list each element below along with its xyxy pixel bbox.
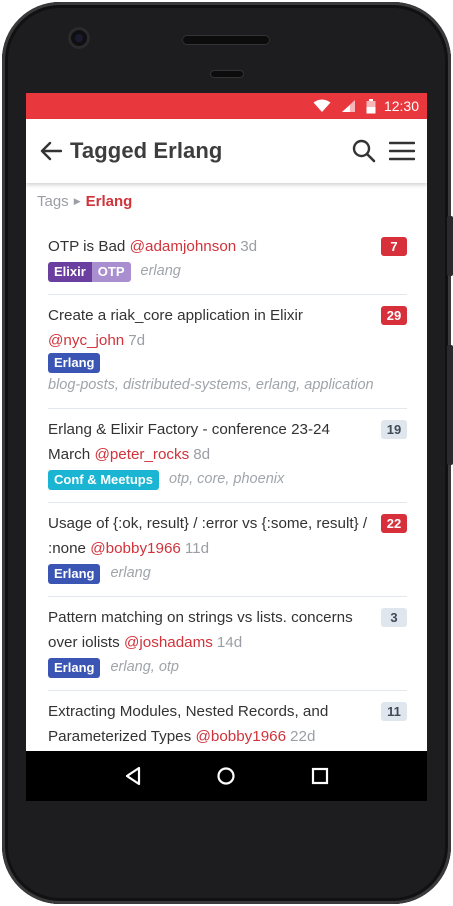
search-button[interactable] — [345, 131, 383, 171]
hamburger-menu-icon — [389, 141, 415, 161]
topic-age: 14d — [216, 634, 243, 651]
nav-recents-button[interactable] — [300, 756, 340, 796]
topic-tags: erlang — [140, 263, 181, 279]
category-badge[interactable]: Erlang — [48, 353, 101, 373]
topic-author[interactable]: @nyc_john — [48, 332, 124, 349]
reply-count-badge: 19 — [381, 420, 407, 439]
sensor-slot — [210, 70, 244, 78]
front-camera — [68, 27, 90, 49]
nav-home-button[interactable] — [206, 756, 246, 796]
category-label: Erlang — [48, 563, 101, 584]
category-badge[interactable]: Conf & Meetups — [48, 469, 159, 490]
category-label: Conf & Meetups — [48, 469, 159, 490]
status-time: 12:30 — [383, 98, 419, 114]
topic-author[interactable]: @joshadams — [124, 634, 213, 651]
category-label: OTP — [91, 261, 131, 282]
topic-age: 8d — [193, 446, 211, 463]
breadcrumb: Tags ▶ Erlang — [26, 183, 427, 219]
arrow-left-icon — [40, 141, 62, 161]
topic-author[interactable]: @bobby1966 — [90, 540, 181, 557]
volume-button — [447, 345, 453, 465]
reply-count-badge: 29 — [381, 306, 407, 325]
reply-count-badge: 3 — [381, 608, 407, 627]
category-label: Elixir — [48, 261, 92, 282]
search-icon — [352, 139, 376, 163]
topic-text: Create a riak_core application in Elixir… — [48, 303, 381, 353]
category-label: Erlang — [48, 657, 101, 678]
topic-title[interactable]: OTP is Bad — [48, 238, 125, 255]
topic-age: 7d — [128, 332, 146, 349]
breadcrumb-tags-link[interactable]: Tags — [37, 193, 69, 210]
topic-text: Usage of {:ok, result} / :error vs {:som… — [48, 511, 381, 561]
topic-list: OTP is Bad @adamjohnson 3d 7 Elixir OTP er… — [26, 219, 427, 785]
wifi-icon — [313, 99, 331, 113]
reply-count-badge: 22 — [381, 514, 407, 533]
topic-age: 22d — [290, 728, 316, 745]
topic-item[interactable]: Pattern matching on strings vs lists. co… — [48, 597, 407, 691]
reply-count-badge: 7 — [381, 237, 407, 256]
topic-author[interactable]: @adamjohnson — [130, 238, 237, 255]
topic-text: OTP is Bad @adamjohnson 3d — [48, 234, 265, 259]
category-badge[interactable]: Erlang — [48, 563, 101, 584]
status-bar: 12:30 — [26, 93, 427, 119]
topic-tags: otp, core, phoenix — [168, 471, 285, 487]
topic-title[interactable]: Create a riak_core application in Elixir — [48, 307, 303, 324]
menu-button[interactable] — [383, 131, 421, 171]
topic-text: Extracting Modules, Nested Records, and … — [48, 699, 381, 749]
page-title: Tagged Erlang — [70, 138, 223, 163]
signal-icon — [341, 99, 356, 113]
back-button[interactable] — [32, 119, 70, 183]
topic-author[interactable]: @peter_rocks — [94, 446, 189, 463]
topic-tags: erlang — [110, 565, 151, 581]
topic-title[interactable]: Extracting Modules, Nested Records, and … — [48, 703, 328, 745]
triangle-back-icon — [125, 766, 140, 786]
square-recents-icon — [312, 767, 329, 785]
category-badge[interactable]: Elixir OTP — [48, 261, 131, 282]
category-label: Erlang — [48, 353, 101, 373]
topic-text: Pattern matching on strings vs lists. co… — [48, 605, 381, 655]
topic-age: 3d — [240, 238, 258, 255]
topic-item[interactable]: Create a riak_core application in Elixir… — [48, 295, 407, 409]
screen: 12:30 Tagged Erlang Tags ▶ Erlang OTP is… — [26, 93, 427, 801]
android-nav-bar — [26, 751, 427, 801]
topic-age: 11d — [184, 540, 210, 557]
topic-tags: blog-posts, distributed-systems, erlang,… — [48, 377, 374, 393]
category-badge[interactable]: Erlang — [48, 657, 101, 678]
topic-tags: erlang, otp — [110, 659, 179, 675]
power-button — [447, 216, 453, 276]
nav-back-button[interactable] — [113, 756, 153, 796]
app-bar: Tagged Erlang — [26, 119, 427, 183]
reply-count-badge: 11 — [381, 702, 407, 721]
caret-right-icon: ▶ — [73, 195, 81, 206]
battery-icon — [366, 98, 376, 114]
topic-item[interactable]: Usage of {:ok, result} / :error vs {:som… — [48, 503, 407, 597]
topic-item[interactable]: Erlang & Elixir Factory - conference 23-… — [48, 409, 407, 503]
topic-author[interactable]: @bobby1966 — [195, 728, 286, 745]
breadcrumb-current: Erlang — [85, 192, 133, 210]
circle-home-icon — [217, 767, 236, 785]
topic-item[interactable]: OTP is Bad @adamjohnson 3d 7 Elixir OTP er… — [48, 232, 407, 295]
topic-text: Erlang & Elixir Factory - conference 23-… — [48, 417, 381, 467]
earpiece-speaker — [182, 35, 270, 45]
